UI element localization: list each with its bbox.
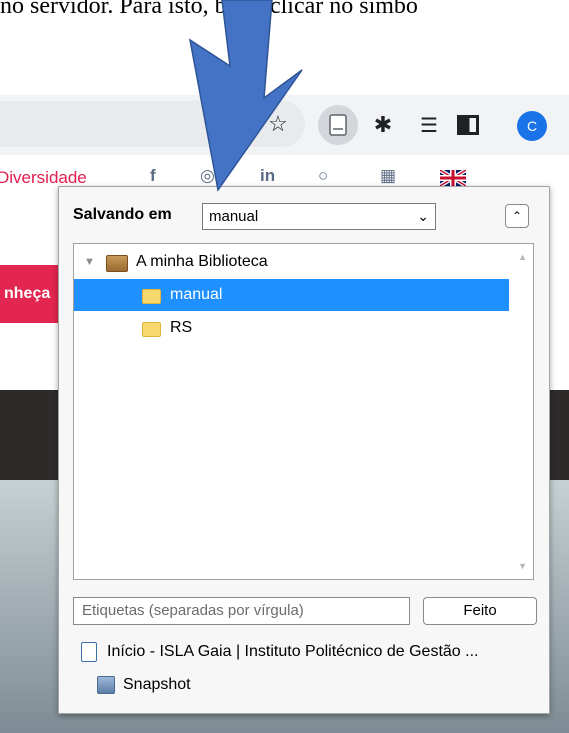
folder-icon — [142, 289, 161, 304]
collapse-tree-button[interactable]: ⌃ — [505, 204, 529, 228]
page-banner-button[interactable]: nheça — [0, 265, 66, 323]
whatsapp-icon[interactable]: ○ — [318, 166, 328, 186]
snapshot-icon — [97, 676, 115, 694]
done-button[interactable]: Feito — [423, 597, 537, 625]
instagram-icon[interactable]: ◎ — [200, 166, 215, 186]
profile-avatar-icon[interactable]: C — [517, 111, 547, 141]
chevron-down-icon: ⌄ — [417, 208, 429, 224]
collection-dropdown[interactable]: manual ⌄ — [202, 203, 436, 230]
scroll-down-arrow-icon[interactable]: ▼ — [518, 561, 527, 571]
uk-flag-icon[interactable] — [438, 168, 468, 188]
address-bar[interactable]: ☆ — [0, 101, 305, 147]
linkedin-icon[interactable]: in — [260, 166, 275, 186]
puzzle-extension-icon[interactable]: ✱ — [368, 110, 398, 140]
facebook-icon[interactable]: f — [150, 166, 156, 186]
tree-item-rs[interactable]: RS — [74, 312, 510, 344]
tags-input[interactable]: Etiquetas (separadas por vírgula) — [73, 597, 410, 625]
zotero-save-popup: Salvando em manual ⌄ ⌃ ▼ A minha Bibliot… — [58, 186, 550, 714]
bookmark-diversidade[interactable]: Diversidade — [0, 168, 87, 188]
chevron-up-icon: ⌃ — [511, 209, 523, 223]
saved-item-title: Início - ISLA Gaia | Instituto Politécni… — [107, 643, 479, 660]
tree-item-label: A minha Biblioteca — [136, 253, 268, 270]
document-caption-text: no servidor. Para isto, basta clicar no … — [0, 0, 418, 19]
side-panel-icon[interactable] — [453, 110, 483, 140]
attachment-snapshot: Snapshot — [123, 676, 191, 693]
library-icon — [106, 255, 128, 272]
reading-list-icon[interactable]: ☰ — [414, 110, 444, 140]
tree-item-label: RS — [170, 319, 193, 336]
folder-icon — [142, 322, 161, 337]
expand-triangle-icon[interactable]: ▼ — [84, 246, 95, 278]
document-icon — [81, 642, 97, 662]
zotero-document-icon[interactable] — [318, 105, 358, 145]
tree-item-library[interactable]: ▼ A minha Biblioteca — [74, 246, 510, 278]
tree-item-manual[interactable]: manual — [74, 279, 509, 311]
collection-tree[interactable]: ▼ A minha Biblioteca manual RS ▲ ▼ — [73, 243, 534, 580]
youtube-icon[interactable]: ▦ — [380, 166, 396, 186]
tree-item-label: manual — [170, 286, 223, 303]
scroll-up-arrow-icon[interactable]: ▲ — [518, 252, 527, 262]
saving-to-label: Salvando em — [73, 206, 172, 223]
collection-dropdown-value: manual — [209, 208, 259, 225]
star-icon[interactable]: ☆ — [265, 111, 291, 137]
